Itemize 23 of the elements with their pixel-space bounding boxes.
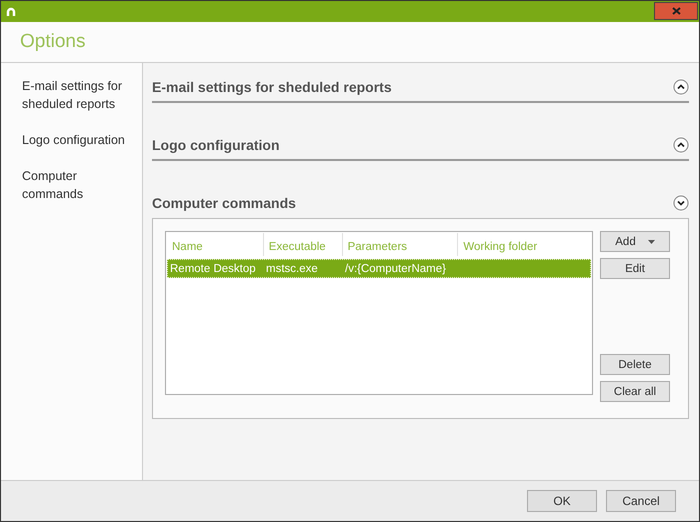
table-cell-text: Remote Desktop [169,262,257,274]
sidebar-item[interactable]: E-mail settings for sheduled reports [22,77,138,113]
action-button[interactable]: Delete [600,354,670,375]
section-title: Logo configuration [152,137,280,153]
sidebar-item[interactable]: Computer commands [22,167,138,203]
action-button[interactable]: Edit [600,258,670,279]
caret-icon [648,240,655,244]
section-title: Computer commands [152,195,296,211]
close-icon [672,6,680,14]
chevron-down-icon[interactable] [673,195,689,211]
chevron-up-icon[interactable] [673,79,689,95]
table-cell-text: mstsc.exe [265,262,319,274]
dialog-button[interactable]: OK [527,490,597,512]
action-button[interactable]: Clear all [600,381,670,402]
dialog-button[interactable]: Cancel [606,490,676,512]
app-logo-icon [6,6,16,16]
sidebar-item[interactable]: Logo configuration [22,131,138,149]
window-title: Options [20,31,86,53]
chevron-up-icon[interactable] [673,137,689,153]
action-button[interactable]: Add [600,231,670,252]
table-cell-text: /v:{ComputerName} [344,262,447,274]
section-title: E-mail settings for sheduled reports [152,79,392,95]
close-button[interactable] [654,2,698,20]
